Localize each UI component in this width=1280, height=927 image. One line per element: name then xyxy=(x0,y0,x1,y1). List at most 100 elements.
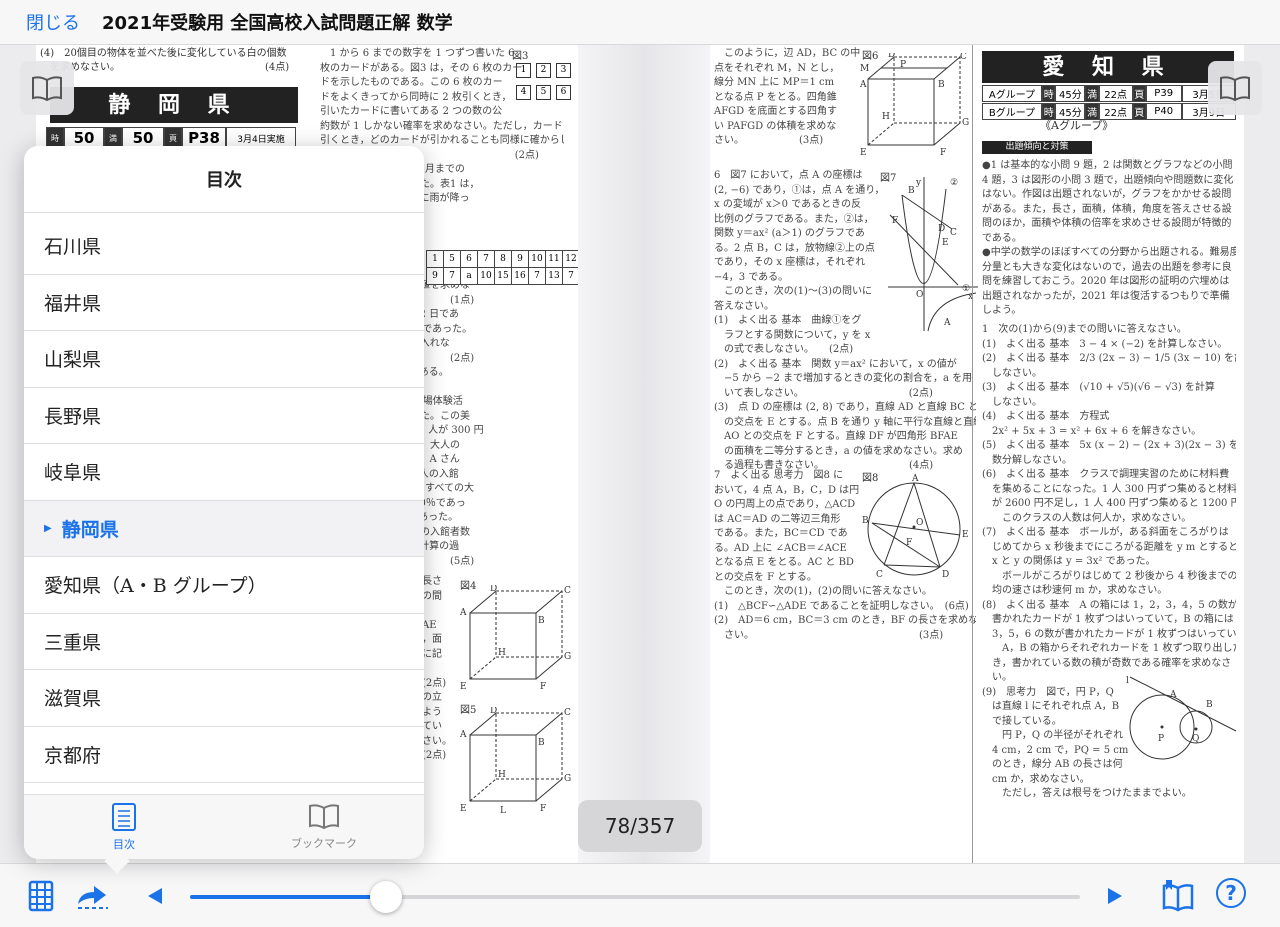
table-cell: 8 xyxy=(494,250,512,268)
table-cell: 16 xyxy=(511,267,529,285)
group-cell: 時 xyxy=(1042,103,1056,120)
toc-item[interactable]: 山梨県 xyxy=(24,331,424,388)
question-line: (1) △BCF∽△ADE であることを証明しなさい。 (6点) xyxy=(714,600,969,612)
list-icon xyxy=(112,803,136,831)
page-text: (4) 20個目の物体を並べた後に変化している白の個数 を求めなさい。 (4点) xyxy=(40,48,290,73)
trend-label: 出題傾向と対策 xyxy=(982,141,1092,154)
question-line: (3) よく出る 基本 (√10 + √5)(√6 − √3) を計算 xyxy=(982,382,1215,393)
tab-label: ブックマーク xyxy=(291,837,357,850)
svg-text:F: F xyxy=(940,148,946,158)
table-cell: a xyxy=(460,267,478,285)
text-line: ，面 xyxy=(422,634,442,645)
text-line: い PAFGD の体積を求めな xyxy=(714,120,837,132)
trend-line: ●1 は基本的な小問 9 題，2 は関数とグラフなどの小問 xyxy=(982,160,1233,171)
toc-tab-bar: 目次 ブックマーク xyxy=(24,794,424,859)
open-book-icon xyxy=(1220,76,1250,101)
question-line: x と y の関係は y = 3x² であった。 xyxy=(982,556,1156,567)
toc-item[interactable]: 三重県 xyxy=(24,614,424,670)
table-cell: 7 xyxy=(443,267,461,285)
question-text: このように，辺 AD，BC の中 点をそれぞれ M，N とし， 線分 MN 上に M… xyxy=(714,47,860,149)
cube-figure-4: D CABH GE F xyxy=(460,585,571,692)
toc-item[interactable]: 愛知県（A・B グループ） xyxy=(24,557,424,614)
text-line: 線分 MN 上に MP＝1 cm xyxy=(714,77,835,88)
tab-bookmarks[interactable]: ブックマーク xyxy=(224,795,424,859)
question-line: (2) よく出る 基本 関数 y＝ax² において，x の値が xyxy=(714,358,957,370)
trend-line: はない。作図は出題されないが，グラフをかかせる設問 xyxy=(982,189,1232,200)
svg-text:D: D xyxy=(938,224,945,234)
table-cell: 12 xyxy=(562,250,578,268)
toc-item[interactable]: 長野県 xyxy=(24,388,424,444)
page-slider[interactable] xyxy=(190,881,1080,913)
svg-text:C: C xyxy=(960,53,967,62)
open-book-icon xyxy=(32,76,62,101)
trend-line: である。 xyxy=(982,232,1022,244)
prefecture-heading: 愛 知 県 xyxy=(982,51,1234,83)
question-line: いて表しなさい。 (2点) xyxy=(714,387,933,399)
svg-text:G: G xyxy=(564,652,571,662)
table-cell: 15 xyxy=(494,267,512,285)
table-cell: 10 xyxy=(528,250,546,268)
svg-text:O: O xyxy=(916,290,923,300)
svg-text:Q: Q xyxy=(1192,734,1199,744)
tab-contents[interactable]: 目次 xyxy=(24,795,224,859)
svg-text:H: H xyxy=(882,112,890,122)
open-book-button-left[interactable] xyxy=(20,61,74,115)
table-cell: 5 xyxy=(443,250,461,268)
text-line xyxy=(422,604,462,619)
svg-text:①: ① xyxy=(962,284,970,294)
next-page-icon[interactable] xyxy=(1106,886,1124,906)
svg-text:H: H xyxy=(498,648,506,658)
page-right[interactable]: このように，辺 AD，BC の中 点をそれぞれ M，N とし， 線分 MN 上に M… xyxy=(710,45,1244,863)
table-cell: 7 xyxy=(528,267,546,285)
trend-line: 問を練習しておこう。2020 年は図形の証明の穴埋めは xyxy=(982,276,1230,287)
svg-text:M: M xyxy=(860,64,869,74)
toc-item-label: 愛知県（A・B グループ） xyxy=(44,575,267,598)
svg-text:E: E xyxy=(860,148,867,158)
toc-item[interactable]: 石川県 xyxy=(24,218,424,275)
bookmark-book-icon[interactable] xyxy=(1160,878,1196,912)
toc-item[interactable]: 岐阜県 xyxy=(24,444,424,501)
cube-figure-5: D CABH GE FL xyxy=(460,707,571,816)
question-line: (2) よく出る 基本 2/3 (2x − 3) − 1/5 (3x − 10)… xyxy=(982,353,1236,364)
question-line: 3，5，6 の数が書かれたカードが 1 枚ずつはいっている。 xyxy=(982,628,1236,640)
text-line: よう xyxy=(422,706,442,718)
toc-item[interactable]: ▶ 静岡県 xyxy=(24,500,424,557)
group-cell: 満 xyxy=(1085,85,1099,102)
text-line xyxy=(422,662,462,677)
question-line: ボールがころがりはじめて 2 秒後から 4 秒後までの平 xyxy=(982,570,1236,582)
slider-thumb[interactable] xyxy=(369,881,402,913)
open-book-button-right[interactable] xyxy=(1208,61,1262,115)
prev-page-icon[interactable] xyxy=(146,886,164,906)
svg-text:E: E xyxy=(942,238,949,248)
trend-line: 問のほか，面積や体積の倍率を求めさせる設問が特徴的 xyxy=(982,218,1232,229)
tangent-circles-figure: l A B P Q xyxy=(1126,676,1237,760)
question-line: き，書かれている数の積が奇数である確率を求めなさ xyxy=(982,657,1232,669)
toc-item[interactable]: 福井県 xyxy=(24,275,424,331)
toc-list[interactable]: 石川県 福井県 山梨県 長野県岐阜県 ▶ 静岡県愛知県（A・B グループ） 三重県 滋賀県京都… xyxy=(24,218,424,794)
table-cell: 9 xyxy=(511,250,529,268)
toc-item[interactable]: 滋賀県 xyxy=(24,670,424,727)
question-line: ただし，答えは根号をつけたままでよい。 xyxy=(982,788,1192,799)
trend-text: ●1 は基本的な小問 9 題，2 は関数とグラフなどの小問 4 題，3 は図形の小… xyxy=(982,159,1236,319)
book-spine xyxy=(578,45,710,863)
help-icon[interactable]: ? xyxy=(1216,878,1246,908)
text-line: 引いたカードに書いてある 2 つの数の公 xyxy=(320,106,503,117)
close-button[interactable]: 閉じる xyxy=(26,9,80,35)
svg-text:D: D xyxy=(490,585,497,594)
question-line: このとき，次の(1)，(2)の問いに答えなさい。 xyxy=(714,586,933,597)
toc-item[interactable]: 京都府 xyxy=(24,727,424,783)
toc-item-label: 京都府 xyxy=(44,744,102,767)
current-arrow-icon: ▶ xyxy=(44,522,52,534)
toc-item-label: 岐阜県 xyxy=(44,462,102,485)
book-title: 2021年受験用 全国高校入試問題正解 数学 xyxy=(102,13,453,34)
share-arrow-icon[interactable] xyxy=(74,880,112,910)
group-row: Aグループ時45分満22点頁P393月5日 xyxy=(982,85,1237,102)
section-subtitle: 《Aグループ》 xyxy=(1040,119,1114,132)
text-line: てい xyxy=(422,721,442,732)
text-line: 長さ xyxy=(422,576,442,587)
table-cell: 9 xyxy=(426,267,444,285)
group-cell: 時 xyxy=(1042,85,1056,102)
grid-pages-icon[interactable] xyxy=(28,880,54,912)
page-counter: 78/357 xyxy=(578,800,702,852)
table-cell: 7 xyxy=(477,250,495,268)
